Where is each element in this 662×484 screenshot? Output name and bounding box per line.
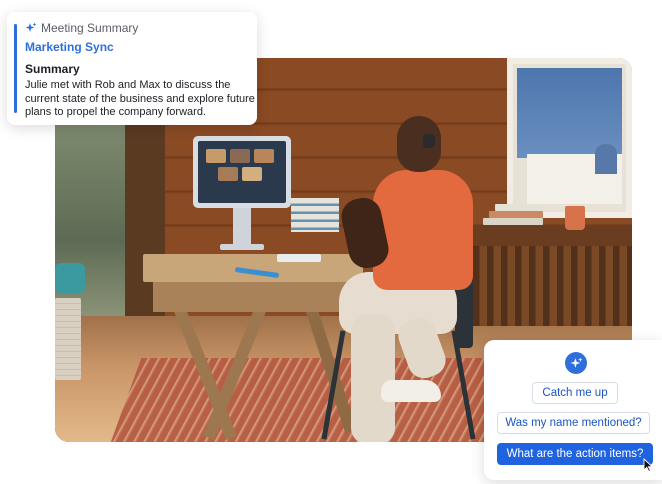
basket (55, 298, 81, 380)
sparkle-icon (25, 22, 37, 32)
video-tile (206, 149, 226, 163)
person-shin (351, 314, 395, 442)
mug (565, 206, 585, 230)
meeting-title[interactable]: Marketing Sync (25, 40, 114, 54)
credenza-slats (473, 246, 632, 326)
summary-text: Julie met with Rob and Max to discuss th… (25, 79, 255, 119)
book (489, 211, 543, 218)
keyboard (277, 254, 321, 262)
summary-header: Meeting Summary (25, 21, 138, 35)
ai-badge (565, 352, 587, 374)
action-items-chip[interactable]: What are the action items? (497, 443, 653, 465)
video-call-screen (198, 141, 286, 203)
sparkle-icon (570, 357, 582, 368)
name-mentioned-chip[interactable]: Was my name mentioned? (497, 412, 650, 434)
cushion (55, 263, 85, 293)
meeting-summary-card: Meeting Summary Marketing Sync Summary J… (7, 12, 257, 125)
summary-header-label: Meeting Summary (41, 21, 139, 35)
mouse-pointer-icon (643, 458, 653, 472)
monitor (193, 136, 291, 208)
desk-top (143, 254, 363, 282)
desk-drawer (153, 282, 348, 312)
book-stack (291, 198, 339, 232)
video-tile (230, 149, 250, 163)
headset (423, 134, 435, 148)
book (483, 218, 543, 225)
accent-bar (14, 24, 17, 113)
video-tile (242, 167, 262, 181)
book (495, 204, 539, 211)
shoe (381, 380, 441, 402)
person-shirt (373, 170, 473, 290)
monitor-stand (233, 208, 251, 244)
monitor-base (220, 244, 264, 250)
wall-art-dome (595, 144, 617, 174)
catch-me-up-chip[interactable]: Catch me up (532, 382, 618, 404)
video-tile (254, 149, 274, 163)
video-tile (218, 167, 238, 181)
summary-section-title: Summary (25, 62, 80, 76)
